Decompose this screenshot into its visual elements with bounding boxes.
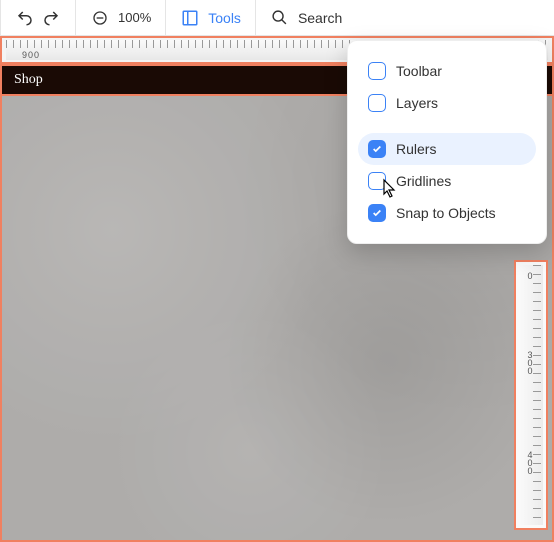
v-ruler-label-300: 300 [525, 350, 535, 374]
search-icon [270, 8, 290, 28]
top-toolbar: 100% Tools Search [0, 0, 554, 36]
tools-dropdown: Toolbar Layers Rulers Gridlines Snap to … [347, 40, 547, 244]
tools-icon [180, 8, 200, 28]
zoom-out-icon[interactable] [90, 8, 110, 28]
v-ruler-label-400: 400 [525, 450, 535, 474]
checkbox-gridlines[interactable] [368, 172, 386, 190]
search-button[interactable]: Search [256, 0, 356, 36]
dropdown-item-gridlines[interactable]: Gridlines [358, 165, 536, 197]
v-ruler-label-0: 0 [525, 271, 535, 279]
dropdown-label: Gridlines [396, 173, 451, 189]
dropdown-item-snap[interactable]: Snap to Objects [358, 197, 536, 229]
zoom-group[interactable]: 100% [76, 0, 165, 36]
checkbox-toolbar[interactable] [368, 62, 386, 80]
dropdown-item-layers[interactable]: Layers [358, 87, 536, 119]
history-group [1, 0, 75, 36]
checkbox-rulers[interactable] [368, 140, 386, 158]
tools-label: Tools [208, 10, 241, 26]
tools-menu-button[interactable]: Tools [166, 0, 255, 36]
zoom-value: 100% [118, 10, 151, 25]
vertical-ruler[interactable]: 0 300 400 [514, 260, 548, 530]
checkbox-layers[interactable] [368, 94, 386, 112]
dropdown-item-rulers[interactable]: Rulers [358, 133, 536, 165]
dropdown-label: Toolbar [396, 63, 442, 79]
undo-icon[interactable] [15, 8, 35, 28]
dropdown-label: Rulers [396, 141, 436, 157]
dropdown-label: Snap to Objects [396, 205, 496, 221]
dropdown-item-toolbar[interactable]: Toolbar [358, 55, 536, 87]
search-label: Search [298, 10, 342, 26]
checkbox-snap[interactable] [368, 204, 386, 222]
dropdown-label: Layers [396, 95, 438, 111]
redo-icon[interactable] [41, 8, 61, 28]
nav-item-shop[interactable]: Shop [14, 72, 43, 88]
v-ruler-ticks [533, 265, 541, 525]
h-ruler-label: 900 [22, 50, 40, 60]
